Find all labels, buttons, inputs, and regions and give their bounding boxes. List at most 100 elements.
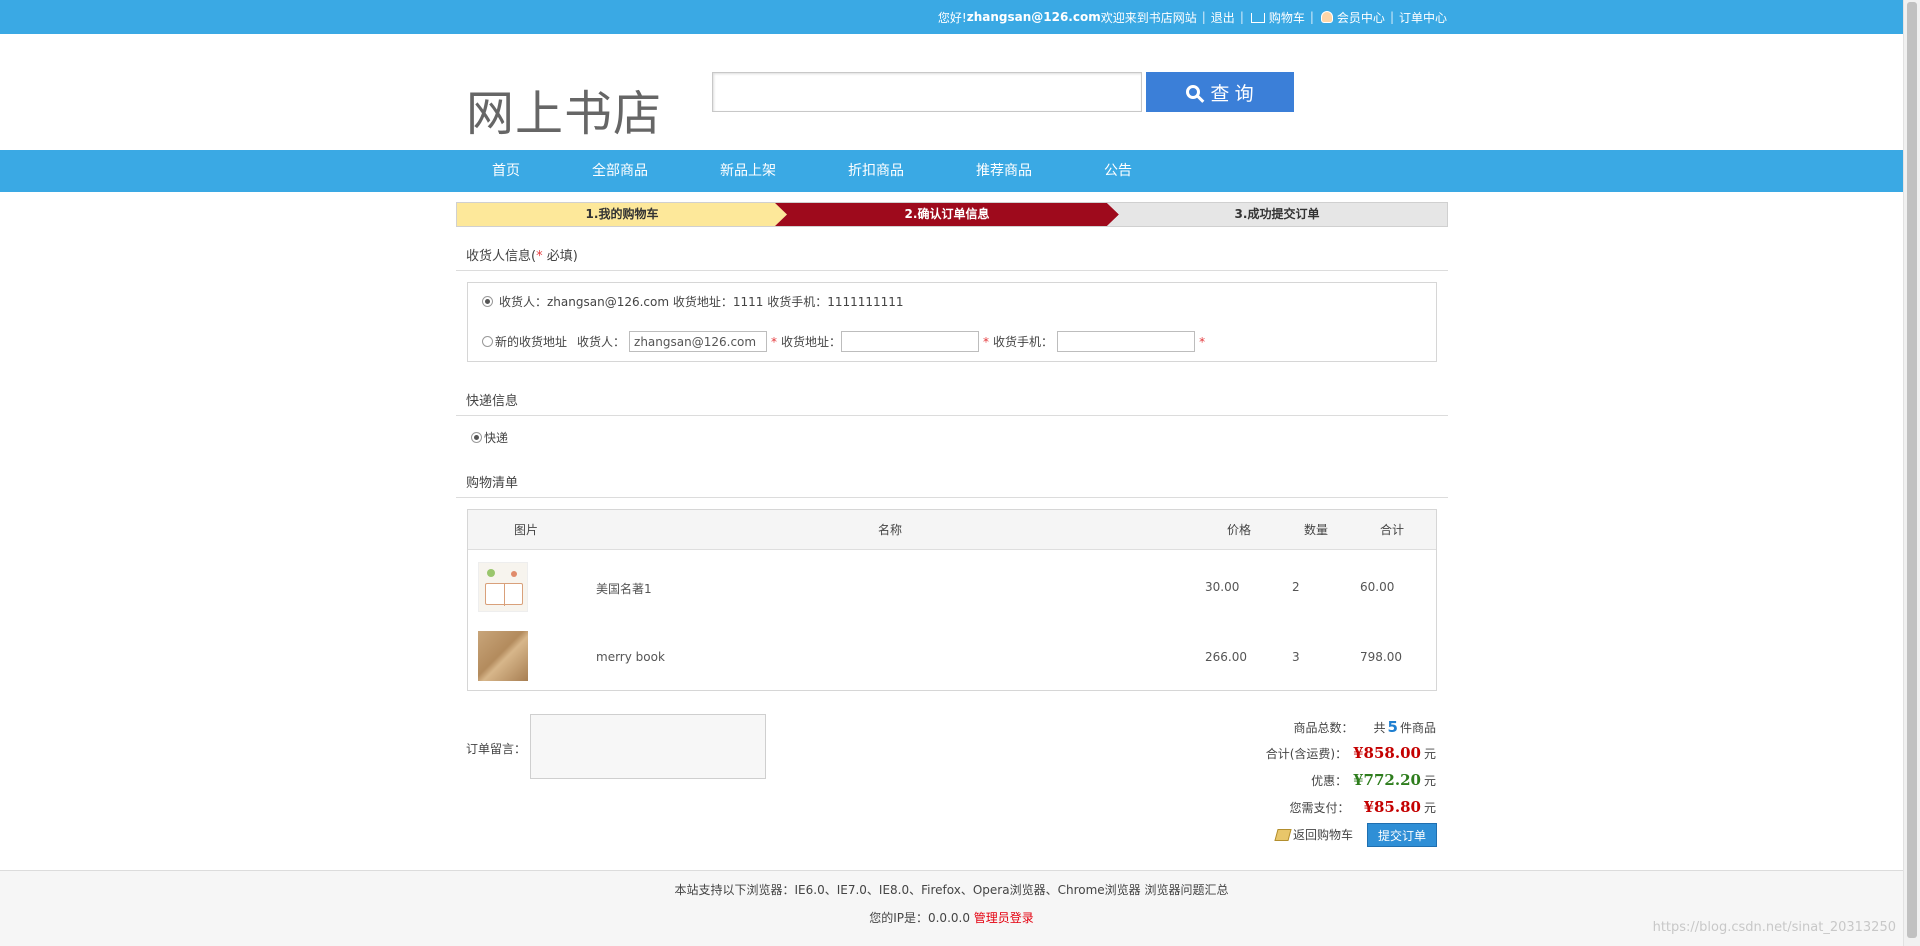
new-address-row: 新的收货地址 收货人： * 收货地址： * 收货手机： * xyxy=(482,331,1209,352)
cart-table-header: 图片 名称 价格 数量 合计 xyxy=(468,510,1436,550)
item-quantity: 2 xyxy=(1292,580,1300,594)
search-button-label: 查 询 xyxy=(1210,83,1254,105)
back-arrow-icon xyxy=(1274,828,1292,841)
existing-address-row[interactable]: 收货人：zhangsan@126.com 收货地址：1111 收货手机：1111… xyxy=(482,293,904,310)
cart-link[interactable]: 购物车 xyxy=(1269,9,1305,26)
cart-table: 图片 名称 价格 数量 合计 美国名著1 30.00 2 60.00 merry… xyxy=(467,509,1437,691)
separator: | xyxy=(1309,10,1314,24)
summary-total-row: 合计(含运费)： ¥858.00 元 xyxy=(1257,744,1436,762)
item-name[interactable]: 美国名著1 xyxy=(596,580,652,597)
greeting: 您好! xyxy=(937,10,967,25)
divider xyxy=(456,270,1448,271)
footer: 本站支持以下浏览器：IE6.0、IE7.0、IE8.0、Firefox、Oper… xyxy=(0,870,1903,946)
delivery-express-label: 快递 xyxy=(484,431,509,445)
summary-total-value: ¥858.00 xyxy=(1353,744,1421,762)
address-box: 收货人：zhangsan@126.com 收货地址：1111 收货手机：1111… xyxy=(467,282,1437,362)
receiver-title-text: 收货人信息( xyxy=(466,249,537,264)
summary-pay-row: 您需支付： ¥85.80 元 xyxy=(1260,798,1436,816)
book-image-detail xyxy=(487,569,495,577)
member-center-link[interactable]: 会员中心 xyxy=(1337,9,1385,26)
search-icon xyxy=(1186,85,1201,99)
receiver-phone-label: 收货手机： xyxy=(993,335,1054,349)
column-header-quantity: 数量 xyxy=(1304,523,1329,537)
required-text: 必填) xyxy=(542,249,578,264)
delivery-express-radio[interactable] xyxy=(471,432,482,443)
nav-item-recommended[interactable]: 推荐商品 xyxy=(976,150,1032,192)
summary-discount-label: 优惠： xyxy=(1311,773,1348,788)
currency-unit: 元 xyxy=(1423,773,1436,788)
summary-discount-row: 优惠： ¥772.20 元 xyxy=(1257,771,1436,789)
required-star: * xyxy=(1199,334,1206,349)
column-header-price: 价格 xyxy=(1227,523,1252,537)
admin-login-link[interactable]: 管理员登录 xyxy=(974,911,1034,925)
book-image[interactable] xyxy=(478,631,528,681)
receiver-address-label: 收货地址： xyxy=(781,335,842,349)
nav-item-all-products[interactable]: 全部商品 xyxy=(592,150,648,192)
count-prefix: 共 xyxy=(1373,721,1386,735)
step-confirm-order: 2.确认订单信息 xyxy=(775,203,1119,226)
column-header-image: 图片 xyxy=(514,523,539,537)
column-header-total: 合计 xyxy=(1380,523,1405,537)
nav-item-home[interactable]: 首页 xyxy=(492,150,520,192)
item-name[interactable]: merry book xyxy=(596,650,665,664)
search-input[interactable] xyxy=(712,72,1142,112)
book-image-detail xyxy=(511,571,517,577)
required-star: * xyxy=(983,334,990,349)
summary-count-label: 商品总数： xyxy=(1293,720,1354,735)
logout-link[interactable]: 退出 xyxy=(1211,9,1235,26)
item-total: 60.00 xyxy=(1360,580,1395,594)
top-bar: 您好! zhangsan@126.com 欢迎来到书店网站 | 退出 | 购物车… xyxy=(0,0,1903,34)
delivery-section-title: 快递信息 xyxy=(466,394,519,409)
nav-item-discount[interactable]: 折扣商品 xyxy=(848,150,904,192)
book-image[interactable] xyxy=(478,562,528,612)
nav-item-new-arrivals[interactable]: 新品上架 xyxy=(720,150,776,192)
scrollbar-thumb[interactable] xyxy=(1907,2,1917,938)
receiver-phone-field[interactable] xyxy=(1057,331,1196,352)
back-to-cart-label: 返回购物车 xyxy=(1293,828,1354,842)
browser-support-text: 本站支持以下浏览器：IE6.0、IE7.0、IE8.0、Firefox、Oper… xyxy=(674,883,1229,897)
site-logo[interactable]: 网上书店 xyxy=(466,74,662,144)
receiver-name-field[interactable] xyxy=(629,331,768,352)
currency-unit: 元 xyxy=(1423,746,1436,761)
top-bar-links: 您好! zhangsan@126.com 欢迎来到书店网站 | 退出 | 购物车… xyxy=(938,0,1447,34)
cart-icon xyxy=(1250,13,1265,23)
receiver-address-field[interactable] xyxy=(841,331,980,352)
existing-address-text: 收货人：zhangsan@126.com 收货地址：1111 收货手机：1111… xyxy=(499,295,904,309)
back-to-cart-link[interactable]: 返回购物车 xyxy=(1274,826,1354,843)
main-nav: 首页 全部商品 新品上架 折扣商品 推荐商品 公告 xyxy=(0,150,1903,192)
divider xyxy=(456,415,1448,416)
column-header-name: 名称 xyxy=(878,523,903,537)
order-note-label: 订单留言： xyxy=(466,742,527,756)
summary-pay-label: 您需支付： xyxy=(1289,800,1350,815)
checkout-steps: 1.我的购物车 2.确认订单信息 3.成功提交订单 xyxy=(456,202,1448,227)
order-center-link[interactable]: 订单中心 xyxy=(1399,9,1447,26)
search-button[interactable]: 查 询 xyxy=(1146,72,1294,112)
order-note-input[interactable] xyxy=(530,714,766,779)
summary-pay-value: ¥85.80 xyxy=(1363,798,1421,816)
step-my-cart: 1.我的购物车 xyxy=(457,203,787,226)
step-submit-success: 3.成功提交订单 xyxy=(1107,203,1447,226)
username: zhangsan@126.com xyxy=(966,10,1101,24)
divider xyxy=(456,497,1448,498)
summary-count-row: 商品总数： 共 5 件商品 xyxy=(1264,718,1436,736)
welcome-text: 欢迎来到书店网站 xyxy=(1100,10,1197,25)
ip-text: 您的IP是：0.0.0.0 xyxy=(869,911,974,925)
summary-count-value: 共 5 件商品 xyxy=(1374,718,1436,736)
count-suffix: 件商品 xyxy=(1399,721,1436,735)
item-total: 798.00 xyxy=(1360,650,1402,664)
nav-item-notice[interactable]: 公告 xyxy=(1104,150,1132,192)
count-number: 5 xyxy=(1387,718,1398,736)
new-address-radio[interactable] xyxy=(482,336,493,347)
item-price: 30.00 xyxy=(1205,580,1240,594)
watermark-text: https://blog.csdn.net/sinat_20313250 xyxy=(1652,920,1896,935)
member-icon xyxy=(1320,11,1333,23)
separator: | xyxy=(1389,10,1394,24)
ip-line: 您的IP是：0.0.0.0 管理员登录 xyxy=(0,909,1903,926)
vertical-scrollbar[interactable] xyxy=(1903,0,1920,946)
item-price: 266.00 xyxy=(1205,650,1247,664)
delivery-option-row[interactable]: 快递 xyxy=(471,429,508,446)
existing-address-radio[interactable] xyxy=(482,296,493,307)
currency-unit: 元 xyxy=(1423,800,1436,815)
book-image-detail xyxy=(485,583,523,606)
submit-order-button[interactable]: 提交订单 xyxy=(1367,823,1437,847)
